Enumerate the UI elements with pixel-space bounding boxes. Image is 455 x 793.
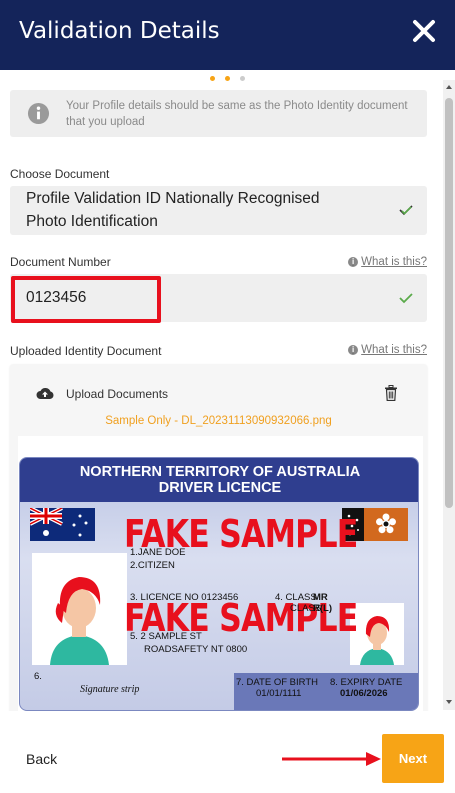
document-number-label: Document Number (10, 255, 111, 269)
licence-heading-line1: NORTHERN TERRITORY OF AUSTRALIA (79, 464, 361, 480)
step-dot-1 (210, 76, 215, 81)
licence-photo-small (350, 603, 404, 665)
uploaded-document-label: Uploaded Identity Document (10, 344, 162, 358)
highlight-box (11, 276, 161, 323)
choose-document-value-line2: Photo Identification (26, 213, 158, 230)
licence-class-value-2: R(L) (313, 603, 332, 614)
licence-address-1: 5. 2 SAMPLE ST (130, 631, 202, 642)
upload-documents-button[interactable]: Upload Documents (66, 387, 168, 401)
app-header: Validation Details (0, 0, 455, 70)
scroll-down-arrow[interactable] (446, 700, 452, 704)
info-text: Your Profile details should be same as t… (66, 100, 408, 128)
step-dot-2 (225, 76, 230, 81)
licence-field-6: 6. (34, 671, 42, 682)
licence-expiry: 01/06/2026 (340, 688, 388, 699)
page-title: Validation Details (19, 18, 220, 44)
dropdown-check-icon (399, 205, 413, 216)
licence-signature: Signature strip (80, 684, 140, 695)
back-button[interactable]: Back (26, 751, 57, 767)
step-dot-3 (240, 76, 245, 81)
licence-citizen: 2.CITIZEN (130, 560, 175, 571)
licence-photo (32, 553, 127, 665)
footer-bar: Back Next (0, 711, 455, 793)
licence-address-2: ROADSAFETY NT 0800 (144, 644, 248, 655)
trash-icon[interactable] (384, 385, 398, 401)
uploaded-document-help-link[interactable]: i What is this? (348, 344, 427, 356)
scrollbar-thumb[interactable] (445, 98, 453, 508)
document-number-help-link[interactable]: i What is this? (348, 256, 427, 268)
next-button[interactable]: Next (382, 734, 444, 783)
uploaded-filename: Sample Only - DL_20231113090932066.png (105, 415, 332, 427)
licence-heading-line2: DRIVER LICENCE (158, 480, 282, 496)
scrollbar[interactable] (443, 80, 455, 710)
licence-number: 3. LICENCE NO 0123456 (130, 592, 239, 603)
licence-name: 1.JANE DOE (130, 547, 186, 558)
choose-document-select[interactable]: Profile Validation ID Nationally Recogni… (10, 186, 427, 235)
help-link-text: What is this? (361, 256, 427, 268)
choose-document-value-line1: Profile Validation ID Nationally Recogni… (26, 190, 320, 207)
licence-dob: 01/01/1111 (256, 688, 302, 699)
scroll-up-arrow[interactable] (446, 85, 452, 89)
red-arrow-icon (282, 752, 381, 766)
choose-document-label: Choose Document (10, 167, 110, 181)
help-icon: i (348, 257, 359, 267)
info-icon (27, 102, 50, 125)
step-indicator (0, 76, 455, 84)
valid-check-icon (399, 293, 413, 304)
help-link-text: What is this? (361, 344, 427, 356)
info-notice: Your Profile details should be same as t… (10, 90, 427, 137)
cloud-upload-icon[interactable] (36, 386, 54, 400)
australian-flag-icon (30, 508, 95, 541)
close-icon[interactable] (411, 18, 437, 44)
licence-heading: NORTHERN TERRITORY OF AUSTRALIA DRIVER L… (20, 458, 418, 502)
licence-image: NORTHERN TERRITORY OF AUSTRALIA DRIVER L… (19, 457, 419, 711)
help-icon: i (348, 345, 359, 355)
